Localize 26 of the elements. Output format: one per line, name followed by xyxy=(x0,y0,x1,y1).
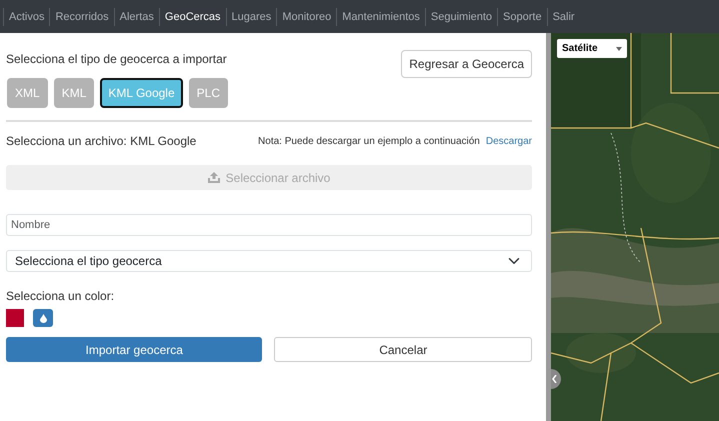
cancel-button[interactable]: Cancelar xyxy=(274,337,532,362)
import-button[interactable]: Importar geocerca xyxy=(6,337,262,362)
color-picker-button[interactable] xyxy=(33,309,53,327)
map-type-dropdown[interactable]: Satélite xyxy=(557,39,627,58)
nav-link[interactable]: Activos xyxy=(3,8,50,26)
nav-link[interactable]: Salir xyxy=(546,8,580,26)
nav-link[interactable]: Recorridos xyxy=(49,8,114,26)
nav-link[interactable]: Soporte xyxy=(497,8,547,26)
name-field[interactable]: Nombre xyxy=(6,214,532,236)
nav-link[interactable]: Alertas xyxy=(114,8,159,26)
nav-link[interactable]: Lugares xyxy=(226,8,276,26)
back-button[interactable]: Regresar a Geocerca xyxy=(401,50,532,78)
caret-icon xyxy=(616,46,622,50)
geofence-type-select[interactable]: Selecciona el tipo geocerca xyxy=(6,250,532,272)
droplet-icon xyxy=(40,314,46,322)
type-prompt: Selecciona el tipo de geocerca a importar xyxy=(6,51,228,68)
upload-icon xyxy=(208,172,220,183)
color-label: Selecciona un color: xyxy=(6,288,116,305)
nav-link[interactable]: Monitoreo xyxy=(276,8,336,26)
file-prompt: Selecciona un archivo: KML Google xyxy=(6,133,196,150)
nav-link[interactable]: GeoCercas xyxy=(158,8,226,26)
nav-link[interactable]: Mantenimientos xyxy=(336,8,425,26)
download-link[interactable]: Descargar xyxy=(486,134,532,148)
chevron-left-icon xyxy=(552,375,557,383)
nav-link[interactable]: Seguimiento xyxy=(424,8,498,26)
download-note: Nota: Puede descargar un ejemplo a continuación xyxy=(258,134,480,148)
